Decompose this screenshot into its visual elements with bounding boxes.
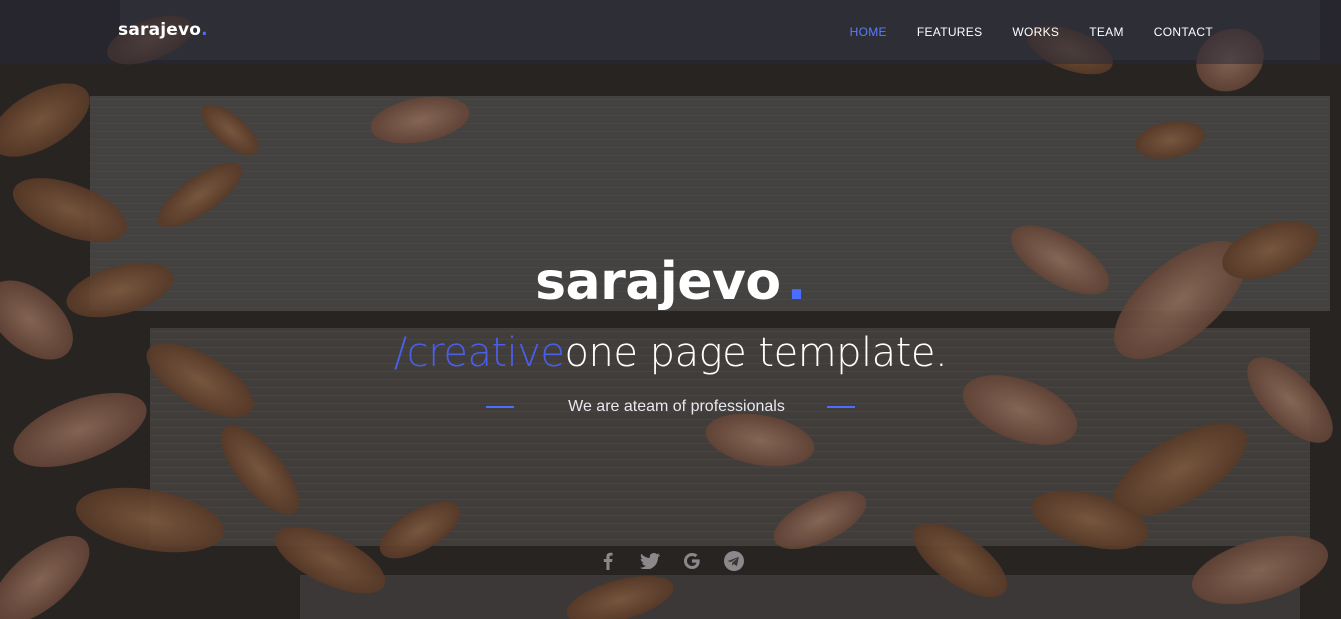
facebook-icon[interactable] [597, 550, 619, 572]
telegram-icon[interactable] [723, 550, 745, 572]
brand-name: sarajevo [118, 20, 202, 40]
brand-logo[interactable]: sarajevo. [118, 20, 208, 40]
hero-subtitle: /creativeone page template. [0, 330, 1341, 376]
subtitle-accent: /creative [393, 330, 565, 376]
hero-title-text: sarajevo [535, 252, 781, 312]
subtitle-rest: one page template. [564, 330, 948, 376]
hero-title: sarajevo. [0, 252, 1341, 312]
tagline: We are ateam of professionals [568, 398, 785, 415]
navbar: sarajevo. HOME FEATURES WORKS TEAM CONTA… [0, 0, 1341, 64]
main-nav: HOME FEATURES WORKS TEAM CONTACT [850, 25, 1213, 39]
hero-section: sarajevo. HOME FEATURES WORKS TEAM CONTA… [0, 0, 1341, 619]
tagline-right-line [826, 406, 855, 408]
brand-dot: . [201, 20, 208, 40]
nav-item-contact[interactable]: CONTACT [1154, 25, 1213, 39]
nav-item-features[interactable]: FEATURES [917, 25, 983, 39]
tagline-row: We are ateam of professionals [0, 398, 1341, 416]
google-icon[interactable] [681, 550, 703, 572]
nav-item-works[interactable]: WORKS [1012, 25, 1059, 39]
hero-title-dot: . [786, 252, 807, 312]
nav-item-home[interactable]: HOME [850, 25, 887, 39]
twitter-icon[interactable] [639, 550, 661, 572]
nav-item-team[interactable]: TEAM [1089, 25, 1124, 39]
social-links [0, 550, 1341, 572]
tagline-left-line [486, 406, 515, 408]
